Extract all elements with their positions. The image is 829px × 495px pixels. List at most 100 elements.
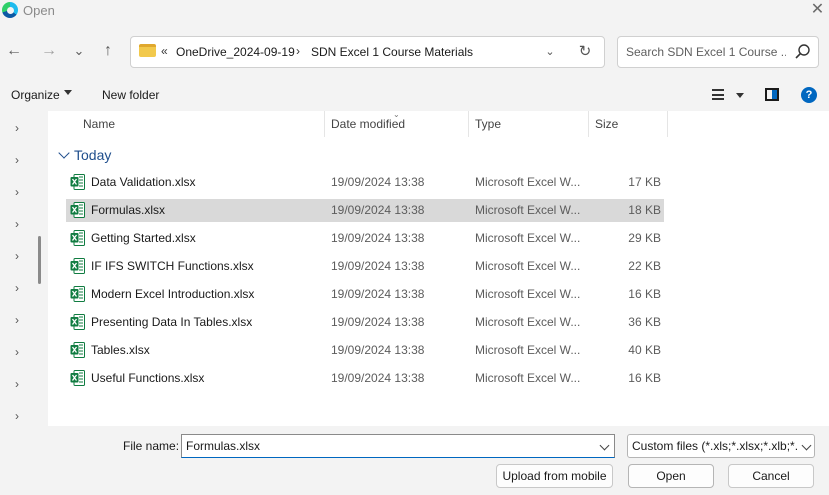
file-row[interactable]: Tables.xlsx 19/09/2024 13:38 Microsoft Exc… [66, 339, 664, 362]
file-type: Microsoft Excel W... [475, 259, 581, 273]
open-button[interactable]: Open [628, 464, 714, 488]
column-header-name[interactable]: Name [83, 117, 115, 131]
file-row[interactable]: Data Validation.xlsx 19/09/2024 13:38 Micr… [66, 171, 664, 194]
file-size: 40 KB [628, 343, 661, 357]
new-folder-button[interactable]: New folder [102, 88, 159, 102]
file-type: Microsoft Excel W... [475, 175, 581, 189]
file-row[interactable]: Getting Started.xlsx 19/09/2024 13:38 Micr… [66, 227, 664, 250]
file-name: Data Validation.xlsx [91, 175, 196, 189]
search-icon[interactable] [794, 43, 812, 61]
preview-pane-icon[interactable] [765, 88, 779, 101]
refresh-button[interactable]: ↻ [576, 42, 594, 62]
file-type: Microsoft Excel W... [475, 315, 581, 329]
file-name: IF IFS SWITCH Functions.xlsx [91, 259, 254, 273]
file-row[interactable]: Modern Excel Introduction.xlsx 19/09/2024… [66, 283, 664, 306]
file-name: Presenting Data In Tables.xlsx [91, 315, 253, 329]
navigation-expand-chevron-icon[interactable]: › [11, 185, 23, 199]
column-header-size[interactable]: Size [595, 117, 618, 131]
close-button[interactable]: ✕ [806, 0, 829, 20]
file-type-selected-value: Custom files (*.xls;*.xlsx;*.xlb;*. [632, 439, 798, 453]
file-name: Tables.xlsx [91, 343, 150, 357]
navigation-expand-chevron-icon[interactable]: › [11, 217, 23, 231]
column-header-date-modified[interactable]: Date modified [331, 117, 405, 131]
group-collapse-chevron-icon[interactable] [58, 147, 70, 159]
file-date-modified: 19/09/2024 13:38 [331, 259, 425, 273]
file-type: Microsoft Excel W... [475, 231, 581, 245]
help-icon[interactable]: ? [801, 87, 817, 103]
navigation-expand-chevron-icon[interactable]: › [11, 345, 23, 359]
excel-file-icon [70, 286, 85, 302]
navigation-pane-scrollbar[interactable] [38, 236, 41, 284]
view-options-chevron-down-icon[interactable] [736, 93, 744, 98]
search-input[interactable] [626, 43, 786, 61]
back-button[interactable]: ← [3, 40, 25, 62]
file-size: 22 KB [628, 259, 661, 273]
excel-file-icon [70, 370, 85, 386]
file-name: Getting Started.xlsx [91, 231, 196, 245]
file-size: 29 KB [628, 231, 661, 245]
forward-button[interactable]: → [38, 40, 60, 62]
column-divider[interactable] [667, 111, 668, 137]
file-size: 16 KB [628, 287, 661, 301]
file-name: Formulas.xlsx [91, 203, 166, 217]
file-name-input[interactable] [186, 438, 586, 454]
navigation-expand-chevron-icon[interactable]: › [11, 281, 23, 295]
address-bar[interactable]: « OneDrive_2024-09-19 › SDN Excel 1 Cour… [130, 36, 605, 68]
group-header-today[interactable]: Today [74, 147, 111, 163]
navigation-expand-chevron-icon[interactable]: › [11, 153, 23, 167]
file-row[interactable]: IF IFS SWITCH Functions.xlsx 19/09/2024 1… [66, 255, 664, 278]
file-type: Microsoft Excel W... [475, 371, 581, 385]
organize-button[interactable]: Organize [11, 88, 60, 102]
file-name: Useful Functions.xlsx [91, 371, 205, 385]
file-name-field[interactable] [181, 434, 615, 458]
column-divider[interactable] [588, 111, 589, 137]
file-size: 16 KB [628, 371, 661, 385]
file-name-label: File name: [123, 439, 180, 453]
breadcrumb-onedrive[interactable]: OneDrive_2024-09-19 [176, 45, 295, 59]
file-name-chevron-down-icon[interactable] [599, 440, 610, 451]
column-header-type[interactable]: Type [475, 117, 501, 131]
recent-locations-button[interactable]: ⌄ [68, 40, 90, 62]
file-row[interactable]: Presenting Data In Tables.xlsx 19/09/2024… [66, 311, 664, 334]
folder-icon [139, 44, 156, 57]
overflow-crumbs-button[interactable]: « [161, 44, 168, 58]
up-button[interactable]: ↑ [97, 40, 119, 62]
cancel-button[interactable]: Cancel [728, 464, 814, 488]
column-divider[interactable] [468, 111, 469, 137]
file-row[interactable]: Useful Functions.xlsx 19/09/2024 13:38 Mic… [66, 367, 664, 390]
excel-file-icon [70, 174, 85, 190]
edge-browser-icon [2, 2, 18, 18]
breadcrumb-course-materials[interactable]: SDN Excel 1 Course Materials [311, 45, 473, 59]
upload-from-mobile-button[interactable]: Upload from mobile [496, 464, 613, 488]
view-details-icon[interactable] [712, 89, 724, 100]
file-date-modified: 19/09/2024 13:38 [331, 203, 425, 217]
navigation-expand-chevron-icon[interactable]: › [11, 409, 23, 423]
file-type-select[interactable]: Custom files (*.xls;*.xlsx;*.xlb;*. [627, 434, 815, 458]
navigation-expand-chevron-icon[interactable]: › [11, 249, 23, 263]
breadcrumb-separator[interactable]: › [296, 44, 300, 58]
window-title: Open [23, 3, 55, 18]
file-type-chevron-down-icon[interactable] [801, 440, 812, 451]
file-date-modified: 19/09/2024 13:38 [331, 175, 425, 189]
file-date-modified: 19/09/2024 13:38 [331, 343, 425, 357]
file-type: Microsoft Excel W... [475, 203, 581, 217]
navigation-expand-chevron-icon[interactable]: › [11, 377, 23, 391]
file-date-modified: 19/09/2024 13:38 [331, 315, 425, 329]
dialog-footer: File name: Custom files (*.xls;*.xlsx;*.… [0, 426, 829, 495]
navigation-expand-chevron-icon[interactable]: › [11, 121, 23, 135]
file-size: 36 KB [628, 315, 661, 329]
file-date-modified: 19/09/2024 13:38 [331, 287, 425, 301]
file-row[interactable]: Formulas.xlsx 19/09/2024 13:38 Microsoft E… [66, 199, 664, 222]
column-divider[interactable] [324, 111, 325, 137]
file-type: Microsoft Excel W... [475, 287, 581, 301]
organize-chevron-down-icon [64, 90, 72, 95]
excel-file-icon [70, 314, 85, 330]
excel-file-icon [70, 342, 85, 358]
search-box[interactable] [617, 36, 819, 68]
address-dropdown-button[interactable]: ⌄ [541, 43, 559, 61]
navigation-expand-chevron-icon[interactable]: › [11, 313, 23, 327]
excel-file-icon [70, 258, 85, 274]
file-date-modified: 19/09/2024 13:38 [331, 371, 425, 385]
file-type: Microsoft Excel W... [475, 343, 581, 357]
file-list: ⌄ Name Date modified Type Size Today Dat… [48, 110, 829, 426]
